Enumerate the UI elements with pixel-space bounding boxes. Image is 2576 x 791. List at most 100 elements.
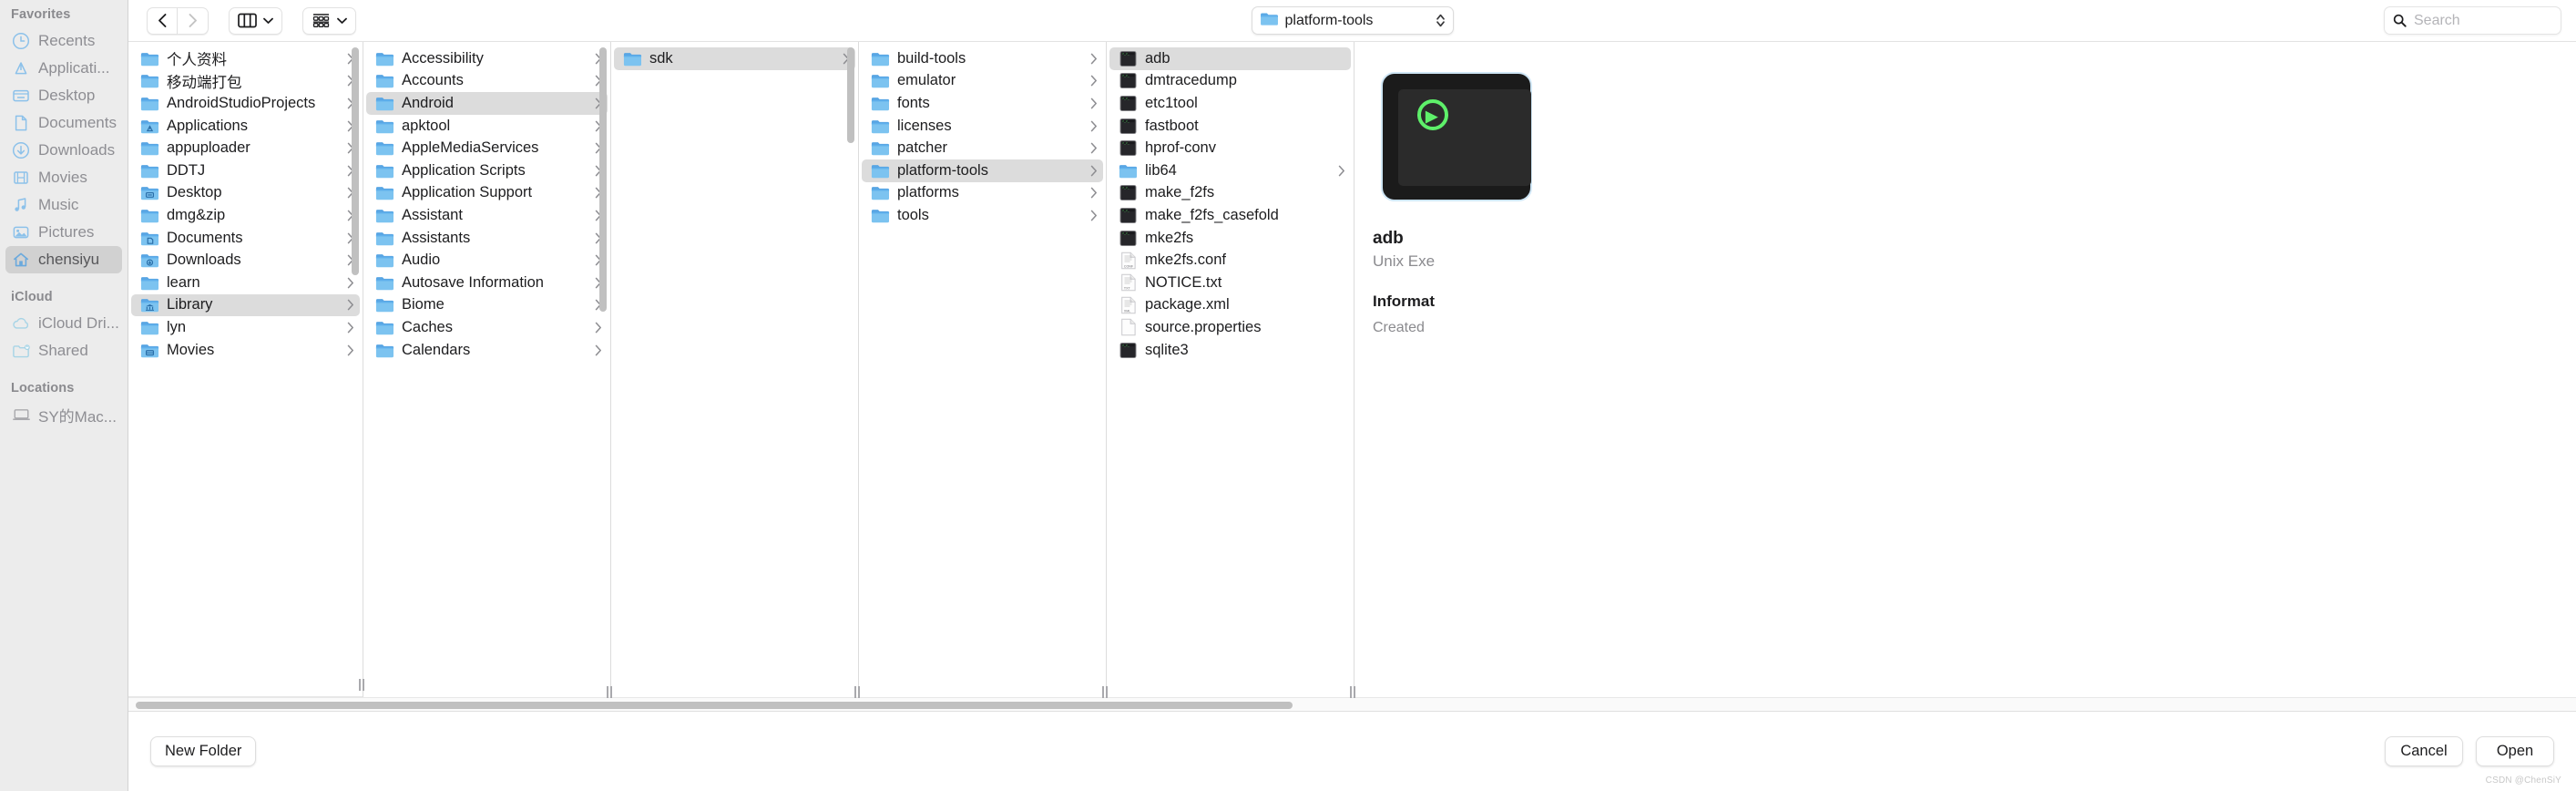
list-item[interactable]: 移动端打包 — [131, 70, 360, 93]
list-item[interactable]: Android — [366, 92, 608, 115]
sidebar-item-documents[interactable]: Documents — [5, 109, 122, 137]
list-item-label: patcher — [897, 139, 948, 157]
folder-icon — [871, 94, 890, 113]
new-folder-button[interactable]: New Folder — [150, 736, 257, 766]
sidebar-item-pictures[interactable]: Pictures — [5, 219, 122, 246]
sidebar-item-shared[interactable]: Shared — [5, 337, 122, 365]
sidebar-item-downloads[interactable]: Downloads — [5, 137, 122, 164]
column-resize-grip[interactable] — [607, 685, 615, 698]
list-item[interactable]: >_>_ hprof-conv — [1109, 137, 1351, 159]
list-item[interactable]: learn — [131, 272, 360, 294]
list-item[interactable]: Downloads — [131, 249, 360, 272]
back-button[interactable] — [147, 6, 178, 35]
list-item-label: NOTICE.txt — [1145, 273, 1222, 291]
view-mode-button[interactable] — [229, 6, 282, 35]
list-item[interactable]: appuploader — [131, 137, 360, 159]
path-popup-button[interactable]: platform-tools — [1251, 6, 1454, 35]
list-item[interactable]: Audio — [366, 249, 608, 272]
list-item[interactable]: Library — [131, 293, 360, 317]
list-item[interactable]: Accounts — [366, 70, 608, 93]
list-item[interactable]: Desktop — [131, 182, 360, 205]
sidebar-item-music[interactable]: Music — [5, 191, 122, 219]
column-vertical-scrollbar[interactable] — [847, 47, 854, 143]
list-item-label: 个人资料 — [167, 52, 227, 69]
list-item[interactable]: platform-tools — [862, 159, 1103, 182]
sidebar-item-recents[interactable]: Recents — [5, 27, 122, 55]
list-item[interactable]: Assistants — [366, 227, 608, 250]
list-item[interactable]: licenses — [862, 115, 1103, 138]
scrollbar-thumb[interactable] — [136, 702, 1293, 709]
list-item[interactable]: Applications — [131, 115, 360, 138]
list-item[interactable]: apktool — [366, 115, 608, 138]
list-item[interactable]: CONF mke2fs.conf — [1109, 249, 1351, 272]
list-item[interactable]: Autosave Information — [366, 272, 608, 294]
list-item[interactable]: Accessibility — [366, 47, 608, 70]
folder-icon — [375, 139, 394, 158]
chevron-right-icon — [1089, 75, 1099, 87]
list-item[interactable]: Documents — [131, 227, 360, 250]
list-item[interactable]: >_>_ fastboot — [1109, 115, 1351, 138]
column-resize-grip[interactable] — [854, 685, 863, 698]
list-item[interactable]: >_>_ adb — [1109, 47, 1351, 70]
list-item[interactable]: 个人资料 — [131, 47, 360, 70]
sidebar-item-applicati[interactable]: Applicati... — [5, 55, 122, 82]
sidebar-item-sy-mac[interactable]: SY的Mac... — [5, 401, 122, 428]
column-resize-grip[interactable] — [359, 678, 367, 691]
column-resize-grip[interactable] — [1350, 685, 1358, 698]
list-item[interactable]: lyn — [131, 316, 360, 339]
forward-button[interactable] — [178, 6, 209, 35]
folder-icon — [375, 94, 394, 113]
list-item[interactable]: dmg&zip — [131, 204, 360, 227]
folder-icon — [1119, 161, 1138, 180]
chevron-right-icon — [1089, 120, 1099, 132]
svg-text:>_>_: >_>_ — [1122, 231, 1130, 235]
group-by-button[interactable] — [302, 6, 356, 35]
list-item[interactable]: emulator — [862, 70, 1103, 93]
column-list: Accessibility Accounts Android apktool A… — [363, 42, 610, 711]
list-item[interactable]: build-tools — [862, 47, 1103, 70]
list-item[interactable]: platforms — [862, 182, 1103, 205]
list-item[interactable]: DDTJ — [131, 159, 360, 182]
sidebar-item-icloud-dri[interactable]: iCloud Dri... — [5, 310, 122, 337]
column-vertical-scrollbar[interactable] — [599, 47, 607, 312]
list-item-label: DDTJ — [167, 161, 206, 179]
list-item[interactable]: tools — [862, 204, 1103, 227]
list-item[interactable]: lib64 — [1109, 159, 1351, 182]
column-vertical-scrollbar[interactable] — [352, 47, 359, 275]
list-item[interactable]: >_>_ sqlite3 — [1109, 339, 1351, 362]
search-field[interactable]: Search — [2384, 6, 2561, 35]
list-item[interactable]: Application Scripts — [366, 159, 608, 182]
list-item[interactable]: fonts — [862, 92, 1103, 115]
list-item[interactable]: AppleMediaServices — [366, 137, 608, 159]
list-item[interactable]: >_>_ make_f2fs_casefold — [1109, 204, 1351, 227]
browser-horizontal-scrollbar[interactable] — [128, 697, 2576, 711]
sidebar-item-desktop[interactable]: Desktop — [5, 82, 122, 109]
list-item[interactable]: Application Support — [366, 182, 608, 205]
list-item-label: Documents — [167, 229, 243, 246]
column-browser: 个人资料 移动端打包 AndroidStudioProjects Applica… — [128, 41, 2576, 711]
column-resize-grip[interactable] — [1102, 685, 1110, 698]
list-item[interactable]: sdk — [614, 47, 855, 70]
list-item[interactable]: Biome — [366, 294, 608, 317]
open-button[interactable]: Open — [2476, 736, 2554, 766]
list-item-label: hprof-conv — [1145, 139, 1216, 157]
list-item-label: Application Scripts — [402, 161, 526, 179]
list-item[interactable]: Movies — [131, 339, 360, 362]
list-item[interactable]: >_>_ make_f2fs — [1109, 182, 1351, 205]
list-item[interactable]: >_>_ dmtracedump — [1109, 70, 1351, 93]
list-item[interactable]: >_>_ etc1tool — [1109, 92, 1351, 115]
folder-icon — [375, 251, 394, 270]
cancel-button[interactable]: Cancel — [2385, 736, 2463, 766]
sidebar-item-chensiyu[interactable]: chensiyu — [5, 246, 122, 273]
list-item[interactable]: source.properties — [1109, 316, 1351, 339]
list-item[interactable]: Calendars — [366, 339, 608, 362]
list-item[interactable]: TXT NOTICE.txt — [1109, 272, 1351, 294]
list-item[interactable]: XML package.xml — [1109, 294, 1351, 317]
list-item[interactable]: patcher — [862, 137, 1103, 159]
list-item[interactable]: Caches — [366, 316, 608, 339]
list-item[interactable]: >_>_ mke2fs — [1109, 227, 1351, 250]
sidebar-item-label: Shared — [38, 342, 88, 359]
list-item[interactable]: Assistant — [366, 204, 608, 227]
list-item[interactable]: AndroidStudioProjects — [131, 92, 360, 115]
sidebar-item-movies[interactable]: Movies — [5, 164, 122, 191]
